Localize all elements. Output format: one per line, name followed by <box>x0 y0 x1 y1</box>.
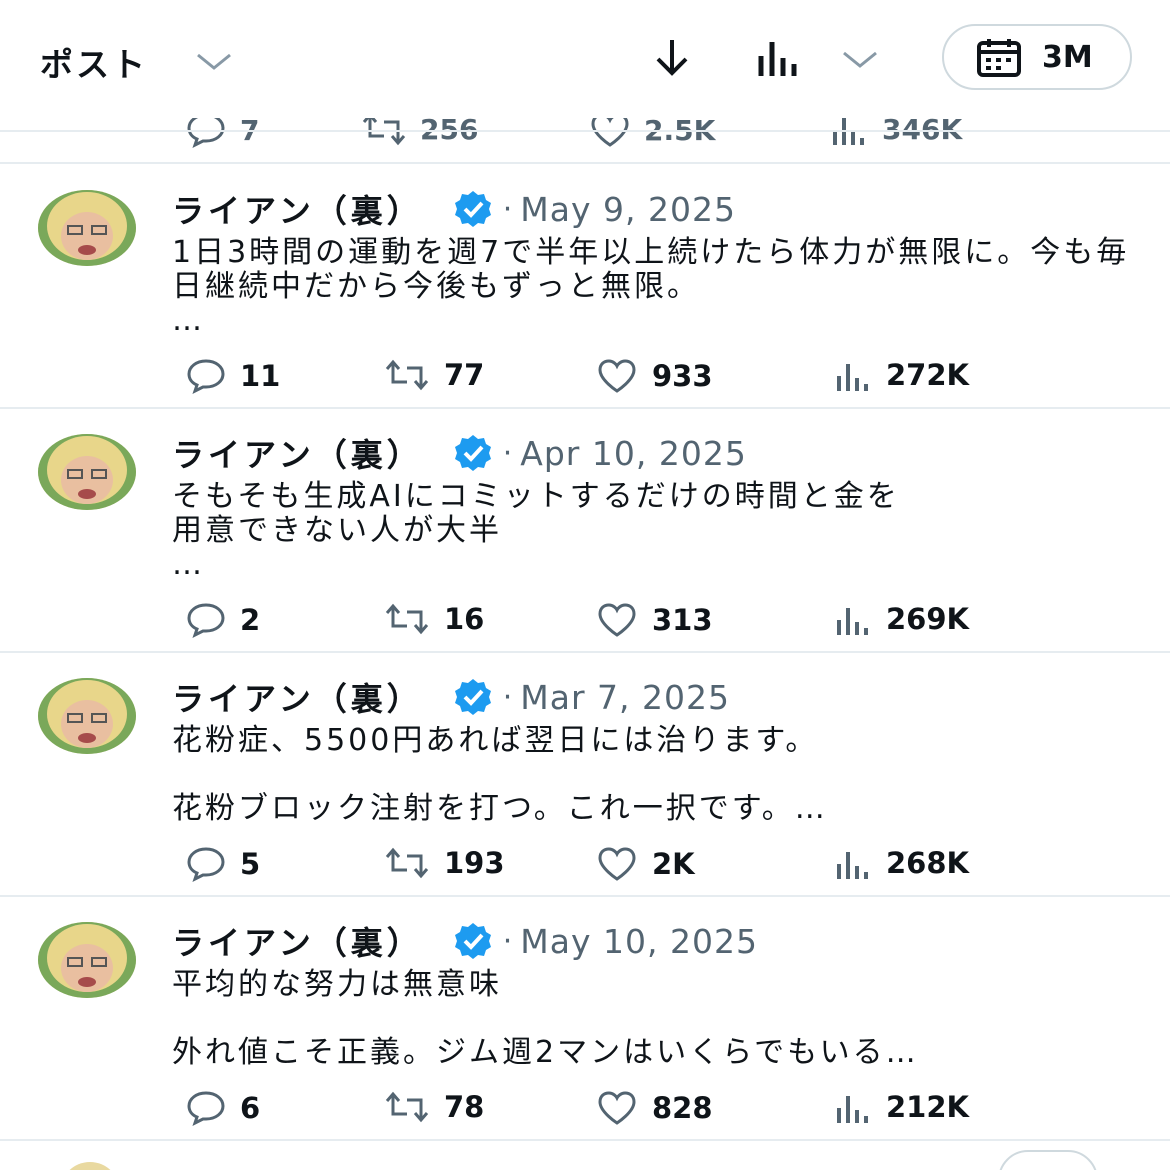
like-stat[interactable]: 313 <box>596 602 713 638</box>
reply-icon <box>187 603 225 638</box>
chevron-down-icon[interactable] <box>192 46 236 76</box>
avatar[interactable] <box>38 922 136 998</box>
views-count: 268K <box>886 846 970 880</box>
page-title[interactable]: ポスト <box>40 38 148 86</box>
post-item[interactable]: ライアン（裏） · May 10, 2025 平均的な努力は無意味 外れ値こそ正義。ジ… <box>0 896 1170 1140</box>
reply-icon <box>187 359 225 394</box>
post-header: ライアン（裏） · Apr 10, 2025 <box>172 430 747 476</box>
repost-icon <box>385 1091 429 1123</box>
bar-chart-icon <box>837 852 868 879</box>
repost-stat[interactable]: 77 <box>384 358 484 392</box>
scroll-button[interactable] <box>998 1150 1098 1170</box>
avatar <box>60 1162 120 1170</box>
repost-icon <box>385 359 429 391</box>
heart-icon <box>598 1091 636 1125</box>
views-stat[interactable]: 272K <box>834 358 969 392</box>
bar-chart-icon[interactable] <box>755 38 805 78</box>
post-date[interactable]: May 10, 2025 <box>520 922 758 961</box>
repost-count: 16 <box>444 602 485 636</box>
post-text[interactable]: 平均的な努力は無意味 外れ値こそ正義。ジム週2マンはいくらでもいる… <box>172 968 1132 1070</box>
author-name[interactable]: ライアン（裏） <box>172 918 423 964</box>
post-item[interactable]: ライアン（裏） · Mar 7, 2025 花粉症、5500円あれば翌日には治ります。… <box>0 652 1170 896</box>
views-stat[interactable]: 268K <box>834 846 969 880</box>
post-item[interactable]: ライアン（裏） · Apr 10, 2025 そもそも生成AIにコミットするだけの時間… <box>0 408 1170 652</box>
separator-dot: · <box>502 923 513 959</box>
post-item[interactable]: ライアン（裏） · May 9, 2025 1日3時間の運動を週7で半年以上続けたら体… <box>0 164 1170 408</box>
post-text[interactable]: そもそも生成AIにコミットするだけの時間と金を 用意できない人が大半 … <box>172 480 1132 582</box>
post-header: ライアン（裏） · May 9, 2025 <box>172 186 736 232</box>
post-header: ライアン（裏） · Mar 7, 2025 <box>172 674 730 720</box>
bar-chart-icon <box>837 608 868 635</box>
reply-count: 2 <box>240 603 261 637</box>
partial-post-bottom <box>0 1142 1170 1170</box>
reply-icon <box>187 1091 225 1126</box>
views-count: 212K <box>886 1090 970 1124</box>
avatar[interactable] <box>38 190 136 266</box>
range-label: 3M <box>1042 39 1093 75</box>
repost-icon <box>385 603 429 635</box>
separator-dot: · <box>502 191 513 227</box>
divider <box>0 1139 1170 1141</box>
post-analytics-page: 7 256 2.5K 346K ポスト 3M ライアン（裏） · May 9, 20… <box>0 0 1170 1170</box>
post-date[interactable]: May 9, 2025 <box>520 190 736 229</box>
post-stats: 5 193 2K 268K <box>0 846 1170 890</box>
reply-count: 6 <box>240 1091 261 1125</box>
repost-count: 77 <box>444 358 485 392</box>
like-stat[interactable]: 828 <box>596 1090 713 1126</box>
reply-count: 11 <box>240 359 281 393</box>
heart-icon <box>598 603 636 637</box>
separator-dot: · <box>502 679 513 715</box>
header-bar: ポスト 3M <box>0 0 1170 118</box>
author-name[interactable]: ライアン（裏） <box>172 430 423 476</box>
verified-badge-icon <box>454 435 491 471</box>
views-count: 272K <box>886 358 970 392</box>
repost-stat[interactable]: 16 <box>384 602 484 636</box>
like-count: 828 <box>652 1091 713 1125</box>
heart-icon <box>598 847 636 881</box>
post-stats: 11 77 933 272K <box>0 358 1170 402</box>
post-date[interactable]: Apr 10, 2025 <box>520 434 747 473</box>
reply-stat[interactable]: 6 <box>186 1090 260 1126</box>
chevron-down-icon[interactable] <box>838 44 882 74</box>
post-stats: 6 78 828 212K <box>0 1090 1170 1134</box>
verified-badge-icon <box>454 191 491 227</box>
author-name[interactable]: ライアン（裏） <box>172 186 423 232</box>
bar-chart-icon <box>837 1096 868 1123</box>
post-stats: 2 16 313 269K <box>0 602 1170 646</box>
repost-count: 78 <box>444 1090 485 1124</box>
bar-chart-icon <box>837 364 868 391</box>
repost-icon <box>385 847 429 879</box>
post-text[interactable]: 花粉症、5500円あれば翌日には治ります。 花粉ブロック注射を打つ。これ一択です… <box>172 724 1132 826</box>
views-stat[interactable]: 269K <box>834 602 969 636</box>
avatar[interactable] <box>38 434 136 510</box>
reply-stat[interactable]: 11 <box>186 358 280 394</box>
views-stat[interactable]: 212K <box>834 1090 969 1124</box>
repost-count: 193 <box>444 846 505 880</box>
heart-icon <box>598 359 636 393</box>
verified-badge-icon <box>454 679 491 715</box>
reply-icon <box>187 847 225 882</box>
reply-stat[interactable]: 2 <box>186 602 260 638</box>
like-count: 933 <box>652 359 713 393</box>
like-count: 2K <box>652 847 695 881</box>
reply-stat[interactable]: 5 <box>186 846 260 882</box>
separator-dot: · <box>502 435 513 471</box>
views-count: 269K <box>886 602 970 636</box>
author-name[interactable]: ライアン（裏） <box>172 674 423 720</box>
divider <box>0 130 1170 132</box>
repost-stat[interactable]: 193 <box>384 846 505 880</box>
download-icon[interactable] <box>648 36 696 80</box>
like-count: 313 <box>652 603 713 637</box>
avatar[interactable] <box>38 678 136 754</box>
reply-count: 5 <box>240 847 261 881</box>
calendar-icon <box>977 39 1021 77</box>
post-date[interactable]: Mar 7, 2025 <box>520 678 730 717</box>
post-text[interactable]: 1日3時間の運動を週7で半年以上続けたら体力が無限に。今も毎日継続中だから今後も… <box>172 236 1132 338</box>
verified-badge-icon <box>454 923 491 959</box>
like-stat[interactable]: 933 <box>596 358 713 394</box>
post-header: ライアン（裏） · May 10, 2025 <box>172 918 758 964</box>
like-stat[interactable]: 2K <box>596 846 695 882</box>
date-range-button[interactable]: 3M <box>942 24 1132 90</box>
repost-stat[interactable]: 78 <box>384 1090 484 1124</box>
